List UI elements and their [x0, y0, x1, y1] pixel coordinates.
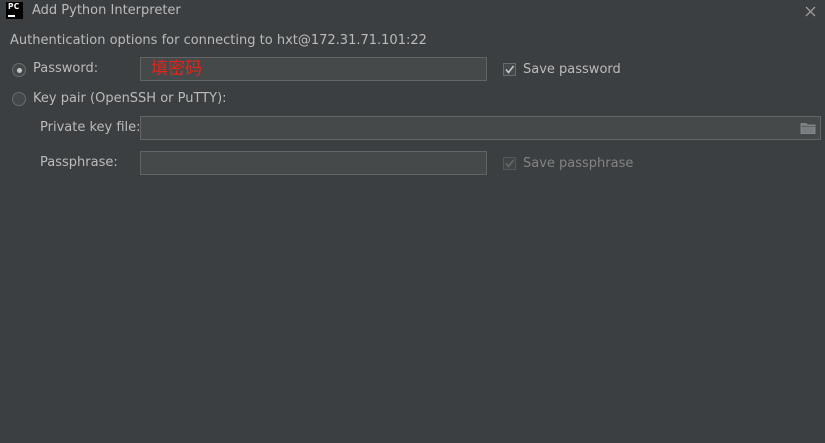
save-password-checkbox[interactable]: [503, 63, 516, 76]
checkmark-icon: [505, 65, 515, 74]
close-button[interactable]: [800, 1, 820, 21]
window-title: Add Python Interpreter: [32, 3, 181, 18]
logo-text: PC: [8, 2, 20, 11]
save-passphrase-checkbox[interactable]: [503, 157, 516, 170]
close-icon: [805, 6, 815, 16]
pycharm-logo-icon: PC: [6, 2, 23, 19]
private-key-label: Private key file:: [40, 120, 141, 135]
save-password-label: Save password: [523, 62, 621, 77]
passphrase-label: Passphrase:: [40, 155, 118, 170]
password-field[interactable]: 填密码: [140, 57, 487, 81]
private-key-field[interactable]: [140, 116, 821, 140]
checkmark-icon: [505, 159, 515, 168]
keypair-label: Key pair (OpenSSH or PuTTY):: [33, 91, 227, 106]
folder-icon[interactable]: [800, 121, 816, 135]
auth-description: Authentication options for connecting to…: [10, 33, 427, 48]
save-passphrase-label: Save passphrase: [523, 156, 634, 171]
password-label: Password:: [33, 61, 99, 76]
passphrase-field[interactable]: [140, 151, 487, 175]
password-radio[interactable]: [12, 63, 26, 77]
title-bar: PC Add Python Interpreter: [0, 0, 825, 22]
keypair-radio[interactable]: [12, 92, 26, 106]
password-annotation: 填密码: [151, 59, 202, 79]
